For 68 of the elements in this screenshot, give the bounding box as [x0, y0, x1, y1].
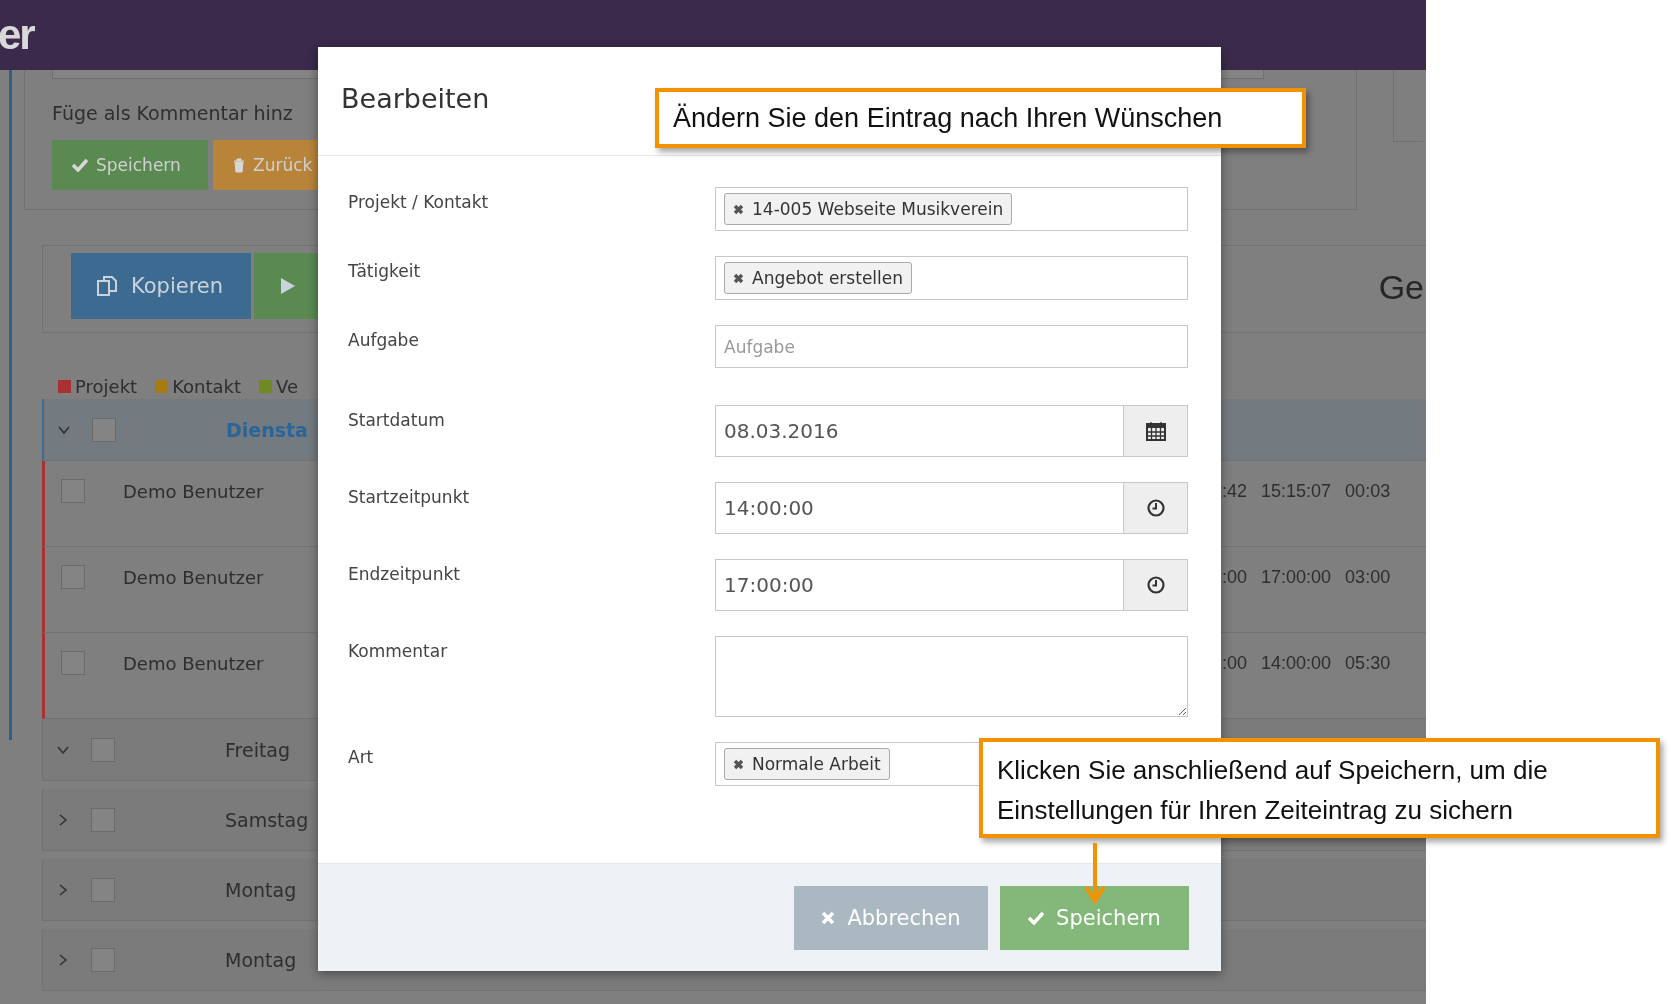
group-label: Montag [225, 948, 297, 971]
field-label: Kommentar [347, 640, 449, 661]
checkbox[interactable] [91, 877, 115, 902]
input-field[interactable]: 08.03.2016 [715, 405, 1123, 457]
play-icon [280, 277, 296, 295]
select-field[interactable]: 14-005 Webseite Musikverein [715, 187, 1188, 231]
field-label: Startdatum [347, 409, 446, 430]
field-label: Startzeitpunkt [347, 486, 471, 507]
input-field[interactable]: 14:00:00 [715, 482, 1123, 534]
table-cell: 14:00:00 [1261, 653, 1332, 674]
table-cell: :00 [1222, 653, 1248, 674]
text-area[interactable] [715, 636, 1188, 717]
check-icon [72, 158, 88, 172]
field-label: Endzeitpunkt [347, 563, 461, 584]
comment-hint: Füge als Kommentar hinz [52, 102, 293, 126]
close-icon [821, 910, 836, 925]
table-cell: Demo Benutzer [123, 481, 264, 502]
close-icon [733, 203, 744, 215]
hint-tooltip: Klicken Sie anschließend auf Speichern, um die Einstellungen für Ihren Zeiteintrag zu sichern [979, 738, 1660, 838]
table-cell: 00:03 [1345, 481, 1391, 502]
clock-icon [1146, 499, 1165, 517]
trash-icon [233, 157, 245, 173]
close-icon [733, 758, 744, 770]
select-field[interactable]: Angebot erstellen [715, 256, 1188, 300]
checkbox[interactable] [91, 807, 115, 832]
section-heading: Ge [1378, 268, 1424, 307]
group-label: Montag [225, 878, 297, 901]
clock-button[interactable] [1123, 482, 1188, 534]
table-cell: 17:00:00 [1261, 567, 1332, 588]
checkbox[interactable] [91, 947, 115, 972]
hint-tooltip: Ändern Sie den Eintrag nach Ihren Wünschen [655, 88, 1306, 148]
field-label: Art [347, 746, 375, 767]
legend-label: Ve [276, 375, 299, 397]
table-cell: 05:30 [1345, 653, 1391, 674]
group-label: Samstag [225, 808, 309, 831]
check-icon [1028, 910, 1045, 925]
calendar-icon [1145, 421, 1166, 441]
copy-button[interactable]: Kopieren [71, 253, 251, 319]
dialog-title: Bearbeiten [341, 83, 491, 114]
copy-icon [97, 276, 117, 296]
group-label: Diensta [226, 418, 308, 441]
close-icon [733, 272, 744, 284]
table-cell: :42 [1222, 481, 1248, 502]
legend-label: Kontakt [172, 375, 242, 397]
clock-button[interactable] [1123, 559, 1188, 611]
legend-label: Projekt [75, 375, 138, 397]
field-label: Tätigkeit [347, 260, 422, 281]
input-field[interactable]: Aufgabe [715, 325, 1188, 368]
table-cell: 15:15:07 [1261, 481, 1332, 502]
checkbox[interactable] [91, 737, 115, 762]
field-label: Aufgabe [347, 329, 420, 350]
input-field[interactable]: 17:00:00 [715, 559, 1123, 611]
logo-text: er [0, 11, 34, 59]
table-cell: Demo Benutzer [123, 567, 264, 588]
field-label: Projekt / Kontakt [347, 191, 490, 212]
checkbox[interactable] [61, 651, 85, 675]
checkbox[interactable] [61, 479, 85, 503]
table-cell: :00 [1222, 567, 1248, 588]
clock-icon [1146, 576, 1165, 594]
tag-chip[interactable]: Normale Arbeit [724, 748, 890, 780]
calendar-button[interactable] [1123, 405, 1188, 457]
table-cell: 03:00 [1345, 567, 1391, 588]
checkbox[interactable] [92, 417, 116, 442]
group-label: Freitag [225, 738, 291, 761]
tag-chip[interactable]: 14-005 Webseite Musikverein [724, 193, 1013, 225]
tag-chip[interactable]: Angebot erstellen [724, 262, 913, 294]
table-cell: Demo Benutzer [123, 653, 264, 674]
checkbox[interactable] [61, 565, 85, 589]
